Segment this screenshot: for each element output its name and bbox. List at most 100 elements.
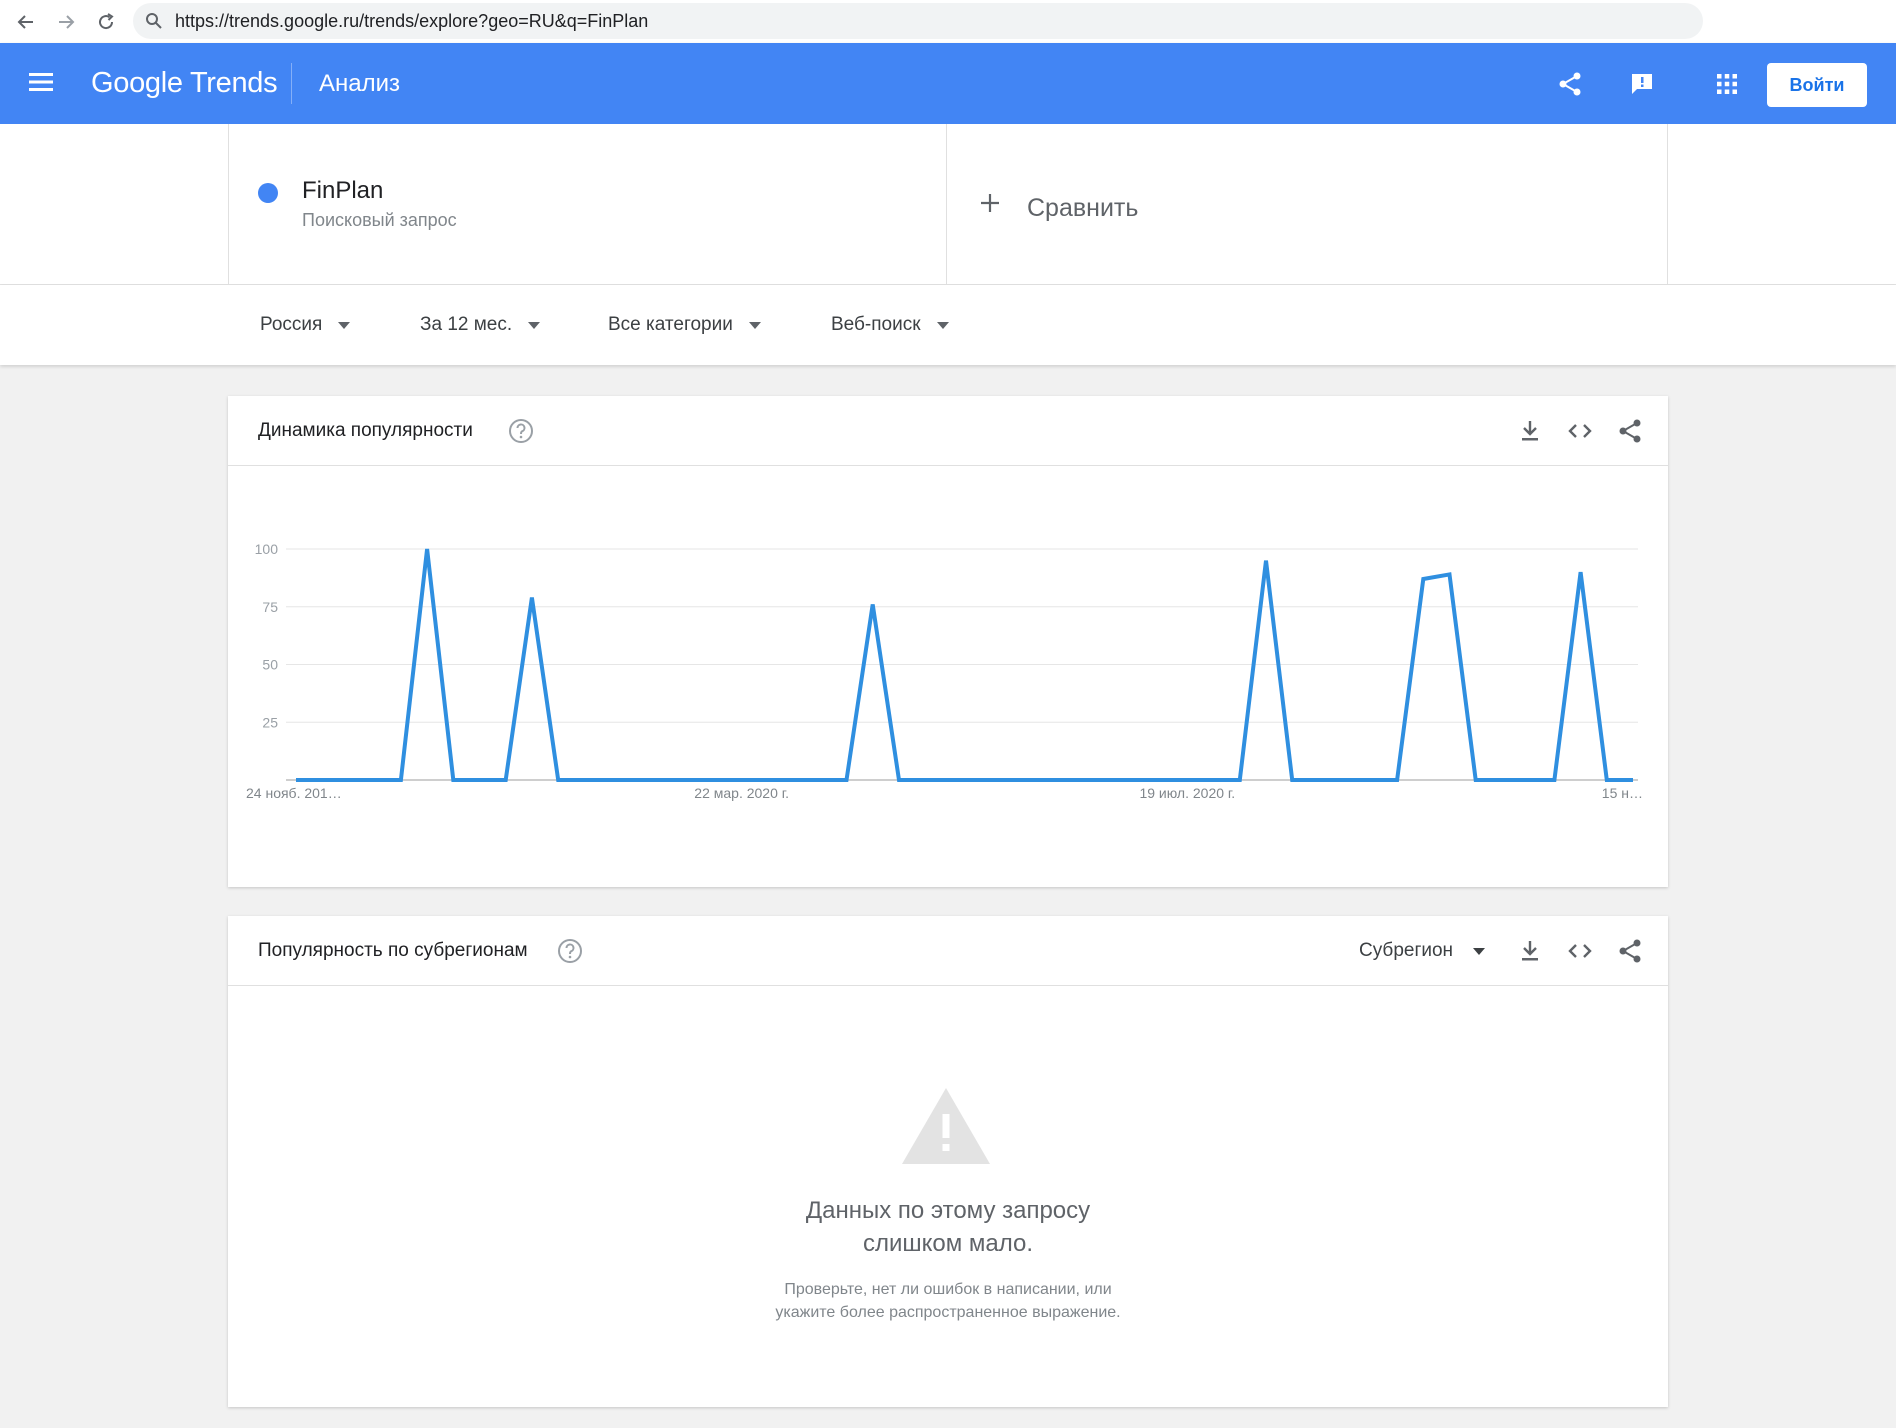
page-title: Анализ [319,70,401,97]
card-header: Динамика популярности [228,396,1668,466]
data-point [425,547,429,551]
search-terms-bar: FinPlan Поисковый запрос Сравнить [0,124,1896,285]
download-icon[interactable] [1517,418,1543,444]
browser-toolbar: https://trends.google.ru/trends/explore?… [0,0,1896,43]
data-point [504,778,508,782]
apps-grid-icon[interactable] [1712,69,1742,99]
subregion-selector[interactable]: Субрегион [1359,916,1486,986]
x-tick-label: 15 н… [1602,785,1643,801]
empty-state-title: Данных по этому запросу слишком мало. [228,1194,1668,1260]
embed-code-icon[interactable] [1567,418,1593,444]
card-header: Популярность по субрегионам Субрегион [228,916,1668,986]
data-point [1526,778,1530,782]
data-point [556,778,560,782]
compare-button[interactable]: Сравнить [947,124,1668,285]
embed-code-icon[interactable] [1567,938,1593,964]
data-point [1290,778,1294,782]
google-trends-logo[interactable]: Google Trends [91,43,278,124]
data-point [530,596,534,600]
region-filter[interactable]: Россия [260,285,351,365]
term-color-dot [258,183,278,203]
filters-bar: Россия За 12 мес. Все категории Веб-поис… [0,285,1896,365]
data-point [871,602,875,606]
data-point [1474,778,1478,782]
data-point [1500,778,1504,782]
y-tick-label: 25 [262,714,278,730]
data-point [399,778,403,782]
data-point [1579,570,1583,574]
search-type-filter[interactable]: Веб-поиск [831,285,949,365]
share-icon[interactable] [1617,418,1643,444]
y-tick-label: 75 [262,599,278,615]
share-icon[interactable] [1555,69,1585,99]
forward-icon[interactable] [52,8,80,36]
data-point [1212,778,1216,782]
interest-line-chart[interactable]: 25 50 75 100 24 нояб. 201… 22 мар. 2020 г. 19 … [228,466,1668,887]
plus-icon [979,192,1001,219]
menu-icon[interactable] [28,71,54,98]
card-title: Динамика популярности [258,420,473,441]
feedback-icon[interactable] [1627,69,1657,99]
data-point [1343,778,1347,782]
empty-title-line: слишком мало. [862,1230,1034,1257]
region-filter-label: Россия [260,314,323,335]
search-term-card[interactable]: FinPlan Поисковый запрос [228,124,947,285]
period-filter[interactable]: За 12 мес. [420,285,541,365]
data-point [713,778,717,782]
caret-down-icon [338,321,351,329]
search-icon [145,12,163,35]
data-point [897,778,901,782]
address-url: https://trends.google.ru/trends/explore?… [175,11,649,31]
data-point [1159,778,1163,782]
data-point [1631,778,1635,782]
x-tick-label: 19 июл. 2020 г. [1139,785,1235,801]
data-point [1054,778,1058,782]
data-point [1395,778,1399,782]
data-point [1185,778,1189,782]
data-point [1133,778,1137,782]
help-icon[interactable] [508,418,534,449]
compare-label: Сравнить [1027,194,1139,222]
warning-icon [900,1086,992,1171]
data-point [582,778,586,782]
data-point [949,778,953,782]
data-point [1421,577,1425,581]
data-point [478,778,482,782]
caret-down-icon [936,321,949,329]
data-point [1107,778,1111,782]
reload-icon[interactable] [92,8,120,36]
category-filter[interactable]: Все категории [608,285,761,365]
login-button[interactable]: Войти [1767,63,1867,107]
category-filter-label: Все категории [608,314,733,335]
data-point [346,778,350,782]
data-point [792,778,796,782]
data-point [766,778,770,782]
subregion-selector-label: Субрегион [1359,940,1454,961]
caret-down-icon [748,321,761,329]
caret-down-icon [528,321,541,329]
empty-state-hint: Проверьте, нет ли ошибок в написании, ил… [228,1278,1668,1324]
empty-hint-line: Проверьте, нет ли ошибок в написании, ил… [784,1281,1112,1298]
data-point [1605,778,1609,782]
x-tick-label: 24 нояб. 201… [246,785,342,801]
data-point [609,778,613,782]
data-point [1080,778,1084,782]
data-point [1264,559,1268,563]
y-tick-label: 50 [262,657,278,673]
empty-hint-line: укажите более распространенное выражение… [775,1304,1121,1321]
data-point [1316,778,1320,782]
data-point [1369,778,1373,782]
data-point [1028,778,1032,782]
x-tick-label: 22 мар. 2020 г. [694,785,789,801]
search-type-filter-label: Веб-поиск [831,314,921,335]
share-icon[interactable] [1617,938,1643,964]
help-icon[interactable] [557,938,583,969]
interest-over-time-card: Динамика популярности 25 50 75 100 24 нояб. … [228,396,1668,887]
header-divider [291,63,292,104]
address-bar[interactable]: https://trends.google.ru/trends/explore?… [133,3,1703,39]
data-point [1447,572,1451,576]
data-point [451,778,455,782]
back-icon[interactable] [12,8,40,36]
period-filter-label: За 12 мес. [420,314,513,335]
download-icon[interactable] [1517,938,1543,964]
